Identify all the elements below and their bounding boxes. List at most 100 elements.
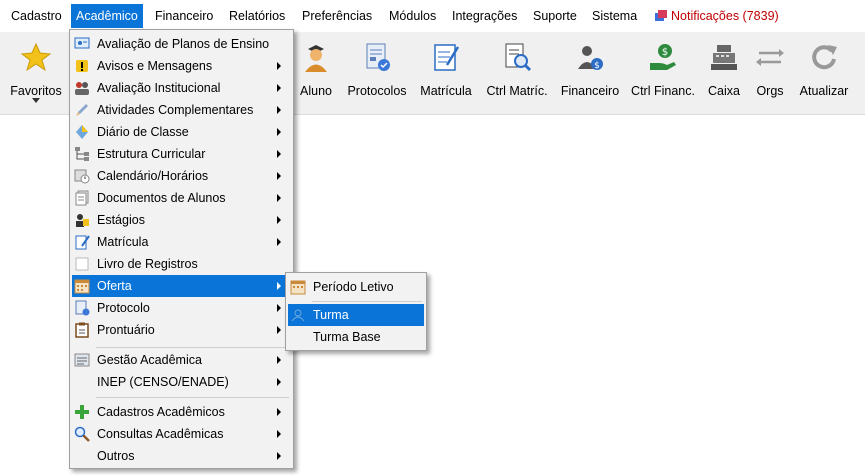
toolbar-label: Financeiro bbox=[560, 84, 620, 98]
toolbar-caixa-button[interactable]: Caixa bbox=[703, 32, 745, 114]
diary-icon bbox=[76, 125, 88, 139]
documents-icon bbox=[75, 190, 89, 206]
toolbar-aluno-button[interactable]: Aluno bbox=[293, 32, 339, 114]
menu-item-matricula[interactable]: Matrícula bbox=[72, 231, 291, 253]
menu-preferencias[interactable]: Preferências bbox=[297, 4, 377, 28]
chevron-right-icon bbox=[277, 282, 281, 290]
menu-cadastro[interactable]: Cadastro bbox=[6, 4, 67, 28]
submenu-item-turma-base[interactable]: Turma Base bbox=[288, 326, 424, 348]
toolbar-label: Protocolos bbox=[347, 84, 407, 98]
clipboard-icon bbox=[75, 322, 89, 338]
menu-item-protocolo[interactable]: Protocolo bbox=[72, 297, 291, 319]
svg-text:$: $ bbox=[594, 61, 600, 71]
menu-financeiro[interactable]: Financeiro bbox=[150, 4, 218, 28]
protocol-document-icon bbox=[366, 43, 390, 71]
menu-item-outros[interactable]: Outros bbox=[72, 445, 291, 467]
menu-item-avisos[interactable]: Avisos e Mensagens bbox=[72, 55, 291, 77]
toolbar-label: Matrícula bbox=[420, 84, 472, 98]
menu-item-avaliacao-institucional[interactable]: Avaliação Institucional bbox=[72, 77, 291, 99]
menu-item-avaliacao-planos[interactable]: Avaliação de Planos de Ensino bbox=[72, 33, 291, 55]
chevron-right-icon bbox=[277, 452, 281, 460]
protocol-document-icon bbox=[75, 300, 90, 316]
submenu-item-turma[interactable]: Turma bbox=[288, 304, 424, 326]
notifications-link[interactable]: Notificações (7839) bbox=[666, 4, 784, 28]
document-search-icon bbox=[505, 43, 532, 72]
chevron-right-icon bbox=[277, 150, 281, 158]
menu-item-cadastros-academicos[interactable]: Cadastros Acadêmicos bbox=[72, 401, 291, 423]
chevron-right-icon bbox=[277, 106, 281, 114]
menu-relatorios[interactable]: Relatórios bbox=[224, 4, 290, 28]
toolbar-atualizar-button[interactable]: Atualizar bbox=[795, 32, 853, 114]
chevron-right-icon bbox=[277, 378, 281, 386]
menu-separator bbox=[96, 397, 289, 398]
toolbar-orgs-button[interactable]: Orgs bbox=[749, 32, 791, 114]
menu-integracoes[interactable]: Integrações bbox=[447, 4, 522, 28]
pencil-icon bbox=[76, 104, 88, 116]
toolbar-matricula-button[interactable]: Matrícula bbox=[415, 32, 477, 114]
menu-item-consultas-academicas[interactable]: Consultas Acadêmicas bbox=[72, 423, 291, 445]
chevron-right-icon bbox=[277, 430, 281, 438]
management-icon bbox=[74, 353, 90, 367]
chevron-right-icon bbox=[277, 128, 281, 136]
oferta-submenu: Período Letivo Turma Turma Base bbox=[285, 272, 427, 351]
menu-sistema[interactable]: Sistema bbox=[587, 4, 642, 28]
menu-separator bbox=[96, 347, 289, 348]
menu-bar: Cadastro Acadêmico Financeiro Relatórios… bbox=[0, 0, 865, 32]
menu-suporte[interactable]: Suporte bbox=[528, 4, 582, 28]
toolbar-label: Ctrl Matríc. bbox=[486, 84, 548, 98]
toolbar-financeiro-button[interactable]: $ Financeiro bbox=[557, 32, 623, 114]
menu-item-estrutura[interactable]: Estrutura Curricular bbox=[72, 143, 291, 165]
toolbar-label: Aluno bbox=[300, 84, 332, 98]
book-icon bbox=[75, 257, 89, 271]
toolbar-protocolos-button[interactable]: Protocolos bbox=[343, 32, 411, 114]
academico-menu: Avaliação de Planos de Ensino Avisos e M… bbox=[69, 29, 294, 469]
menu-item-inep[interactable]: INEP (CENSO/ENADE) bbox=[72, 371, 291, 393]
toolbar-label: Atualizar bbox=[799, 84, 849, 98]
add-icon bbox=[75, 405, 89, 419]
toolbar-ctrl-financ-button[interactable]: $ Ctrl Financ. bbox=[627, 32, 699, 114]
chevron-right-icon bbox=[277, 216, 281, 224]
menu-item-gestao-academica[interactable]: Gestão Acadêmica bbox=[72, 349, 291, 371]
menu-item-calendario[interactable]: Calendário/Horários bbox=[72, 165, 291, 187]
chevron-right-icon bbox=[277, 356, 281, 364]
calendar-icon bbox=[290, 280, 306, 295]
toolbar-label: Ctrl Financ. bbox=[631, 84, 695, 98]
group-icon bbox=[291, 309, 305, 322]
menu-separator bbox=[312, 301, 422, 302]
menu-academico[interactable]: Acadêmico bbox=[71, 4, 143, 28]
submenu-item-periodo-letivo[interactable]: Período Letivo bbox=[288, 276, 424, 298]
intern-icon bbox=[76, 214, 89, 227]
menu-item-livro-registros[interactable]: Livro de Registros bbox=[72, 253, 291, 275]
enrollment-form-icon bbox=[75, 235, 90, 250]
hierarchy-icon bbox=[75, 147, 89, 161]
menu-item-documentos[interactable]: Documentos de Alunos bbox=[72, 187, 291, 209]
refresh-icon bbox=[812, 45, 837, 70]
enrollment-form-icon bbox=[434, 44, 460, 71]
menu-modulos[interactable]: Módulos bbox=[384, 4, 441, 28]
menu-item-prontuario[interactable]: Prontuário bbox=[72, 319, 291, 341]
hand-money-icon: $ bbox=[650, 44, 676, 70]
warning-icon bbox=[76, 60, 88, 72]
calendar-clock-icon bbox=[74, 169, 90, 184]
menu-item-oferta[interactable]: Oferta bbox=[72, 275, 291, 297]
chevron-right-icon bbox=[277, 194, 281, 202]
chevron-right-icon bbox=[277, 238, 281, 246]
toolbar-label: Favoritos bbox=[10, 84, 62, 98]
svg-text:$: $ bbox=[662, 47, 668, 58]
chevron-right-icon bbox=[277, 326, 281, 334]
menu-item-atividades[interactable]: Atividades Complementares bbox=[72, 99, 291, 121]
chevron-right-icon bbox=[277, 304, 281, 312]
swap-arrows-icon bbox=[756, 49, 784, 66]
student-icon bbox=[305, 45, 327, 72]
users-icon bbox=[75, 82, 89, 95]
toolbar-ctrl-matric-button[interactable]: Ctrl Matríc. bbox=[481, 32, 553, 114]
magnifier-icon bbox=[74, 426, 90, 442]
calendar-icon bbox=[74, 279, 90, 294]
toolbar-favoritos-button[interactable]: Favoritos bbox=[4, 32, 68, 114]
menu-item-diario[interactable]: Diário de Classe bbox=[72, 121, 291, 143]
cash-register-icon bbox=[711, 45, 737, 70]
chevron-right-icon bbox=[277, 84, 281, 92]
chevron-down-icon bbox=[32, 98, 40, 103]
toolbar-label: Orgs bbox=[756, 84, 784, 98]
menu-item-estagios[interactable]: Estágios bbox=[72, 209, 291, 231]
